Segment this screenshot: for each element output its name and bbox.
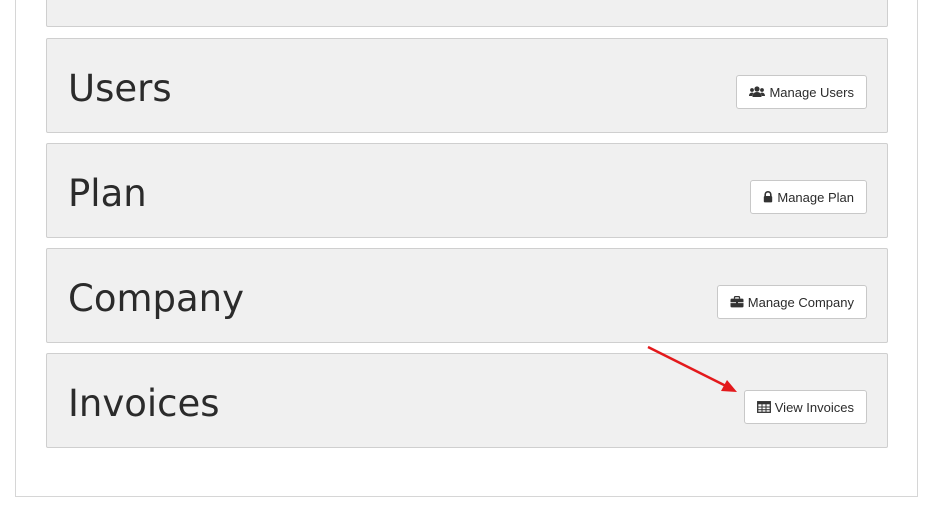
card-company: Company Manage Company xyxy=(46,248,888,343)
card-title-invoices: Invoices xyxy=(68,382,220,425)
table-icon xyxy=(756,401,771,413)
card-title-plan: Plan xyxy=(68,172,147,215)
manage-plan-button[interactable]: Manage Plan xyxy=(750,180,867,214)
manage-users-label: Manage Users xyxy=(769,84,854,100)
card-title-users: Users xyxy=(68,67,172,110)
view-invoices-button[interactable]: View Invoices xyxy=(743,390,867,424)
manage-plan-label: Manage Plan xyxy=(777,189,854,205)
briefcase-icon xyxy=(730,296,744,308)
manage-users-button[interactable]: Manage Users xyxy=(736,75,867,109)
card-partial-top xyxy=(46,0,888,27)
manage-company-label: Manage Company xyxy=(747,294,854,310)
view-invoices-label: View Invoices xyxy=(774,399,854,415)
users-icon xyxy=(749,86,766,98)
card-users: Users Manage Users xyxy=(46,38,888,133)
card-plan: Plan Manage Plan xyxy=(46,143,888,238)
card-invoices: Invoices View Invoices xyxy=(46,353,888,448)
card-title-company: Company xyxy=(68,277,245,320)
manage-company-button[interactable]: Manage Company xyxy=(716,285,867,319)
lock-icon xyxy=(763,191,773,203)
